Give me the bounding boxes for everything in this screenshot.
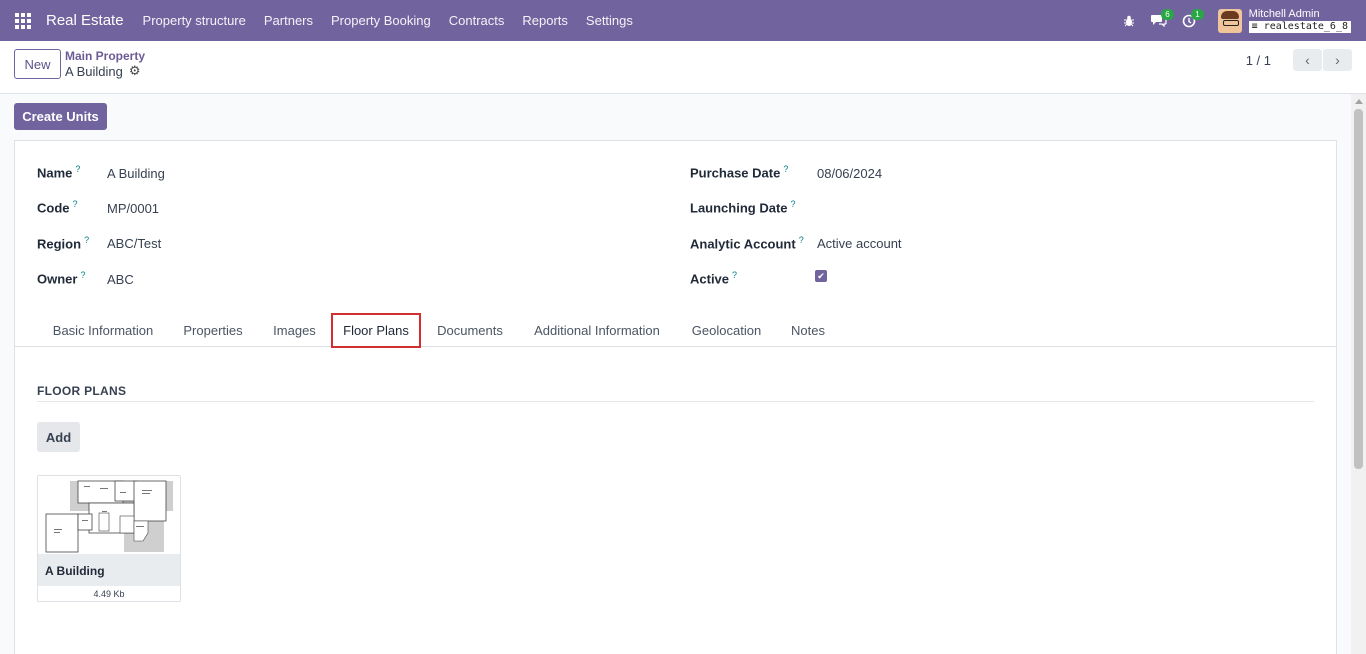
help-icon: ? [84,235,90,245]
help-icon: ? [798,235,804,245]
menu-settings[interactable]: Settings [577,13,642,28]
record-title: A Building [65,63,123,79]
debug-bug-icon[interactable] [1114,0,1144,41]
section-divider [37,401,1314,402]
floor-plan-card[interactable]: A Building 4.49 Kb [37,475,181,602]
tab-additional-information[interactable]: Additional Information [519,313,675,347]
add-floor-plan-button[interactable]: Add [37,422,80,452]
messages-icon[interactable]: 6 [1144,0,1174,41]
analytic-account-label: Analytic Account? [690,235,804,252]
user-menu[interactable]: Mitchell Admin ≡ realestate_6_8 [1248,8,1351,33]
purchase-date-field[interactable]: 08/06/2024 [817,166,882,181]
activity-count-badge: 1 [1191,9,1204,20]
app-name[interactable]: Real Estate [46,12,124,29]
help-icon: ? [72,199,78,209]
analytic-account-field[interactable]: Active account [817,236,902,251]
new-button[interactable]: New [14,49,61,79]
create-units-button[interactable]: Create Units [14,103,107,130]
help-icon: ? [75,164,81,174]
scroll-thumb[interactable] [1354,109,1363,469]
purchase-date-label: Purchase Date? [690,164,789,181]
tab-geolocation[interactable]: Geolocation [675,313,778,347]
pager-next-icon[interactable]: › [1323,49,1352,71]
tab-basic-information[interactable]: Basic Information [38,313,168,347]
region-label: Region? [37,235,90,252]
activity-clock-icon[interactable]: 1 [1174,0,1204,41]
menu-property-structure[interactable]: Property structure [134,13,255,28]
tab-floor-plans[interactable]: Floor Plans [331,313,421,348]
apps-menu-icon[interactable] [0,0,46,41]
code-field[interactable]: MP/0001 [107,201,159,216]
page-scrollbar[interactable] [1351,94,1366,654]
tab-documents[interactable]: Documents [421,313,519,347]
user-avatar[interactable] [1217,8,1242,33]
database-icon: ≡ [1251,21,1264,32]
top-navbar: Real Estate Property structure Partners … [0,0,1366,41]
region-field[interactable]: ABC/Test [107,236,161,251]
help-icon: ? [783,164,789,174]
control-panel: New Main Property A Building ⚙ 1 / 1 ‹ › [0,41,1366,94]
active-label: Active? [690,270,738,287]
database-name: ≡ realestate_6_8 [1248,21,1351,33]
floor-plan-thumbnail [44,478,174,554]
tab-images[interactable]: Images [258,313,331,347]
menu-reports[interactable]: Reports [513,13,577,28]
gear-icon[interactable]: ⚙ [129,63,141,79]
floor-plans-section-title: FLOOR PLANS [37,384,127,398]
tab-properties[interactable]: Properties [168,313,258,347]
menu-property-booking[interactable]: Property Booking [322,13,440,28]
notebook-tabs: Basic Information Properties Images Floo… [15,313,1336,348]
form-sheet: Name? A Building Code? MP/0001 Region? A… [14,140,1337,654]
help-icon: ? [80,270,86,280]
help-icon: ? [732,270,738,280]
launching-date-label: Launching Date? [690,199,796,216]
code-label: Code? [37,199,78,216]
menu-partners[interactable]: Partners [255,13,322,28]
user-name: Mitchell Admin [1248,8,1320,20]
name-field[interactable]: A Building [107,166,165,181]
messages-count-badge: 6 [1161,9,1174,20]
scroll-up-icon[interactable] [1355,99,1363,104]
pager-previous-icon[interactable]: ‹ [1293,49,1322,71]
owner-label: Owner? [37,270,86,287]
owner-field[interactable]: ABC [107,272,134,287]
active-checkbox[interactable]: ✔ [815,270,827,282]
floor-plan-size: 4.49 Kb [93,589,125,599]
floor-plan-title: A Building [45,564,105,578]
menu-contracts[interactable]: Contracts [440,13,514,28]
pager-value[interactable]: 1 / 1 [1246,53,1271,68]
breadcrumb-parent[interactable]: Main Property [65,49,145,63]
name-label: Name? [37,164,81,181]
help-icon: ? [790,199,796,209]
breadcrumb-current: A Building ⚙ [65,63,140,79]
tab-notes[interactable]: Notes [778,313,838,347]
